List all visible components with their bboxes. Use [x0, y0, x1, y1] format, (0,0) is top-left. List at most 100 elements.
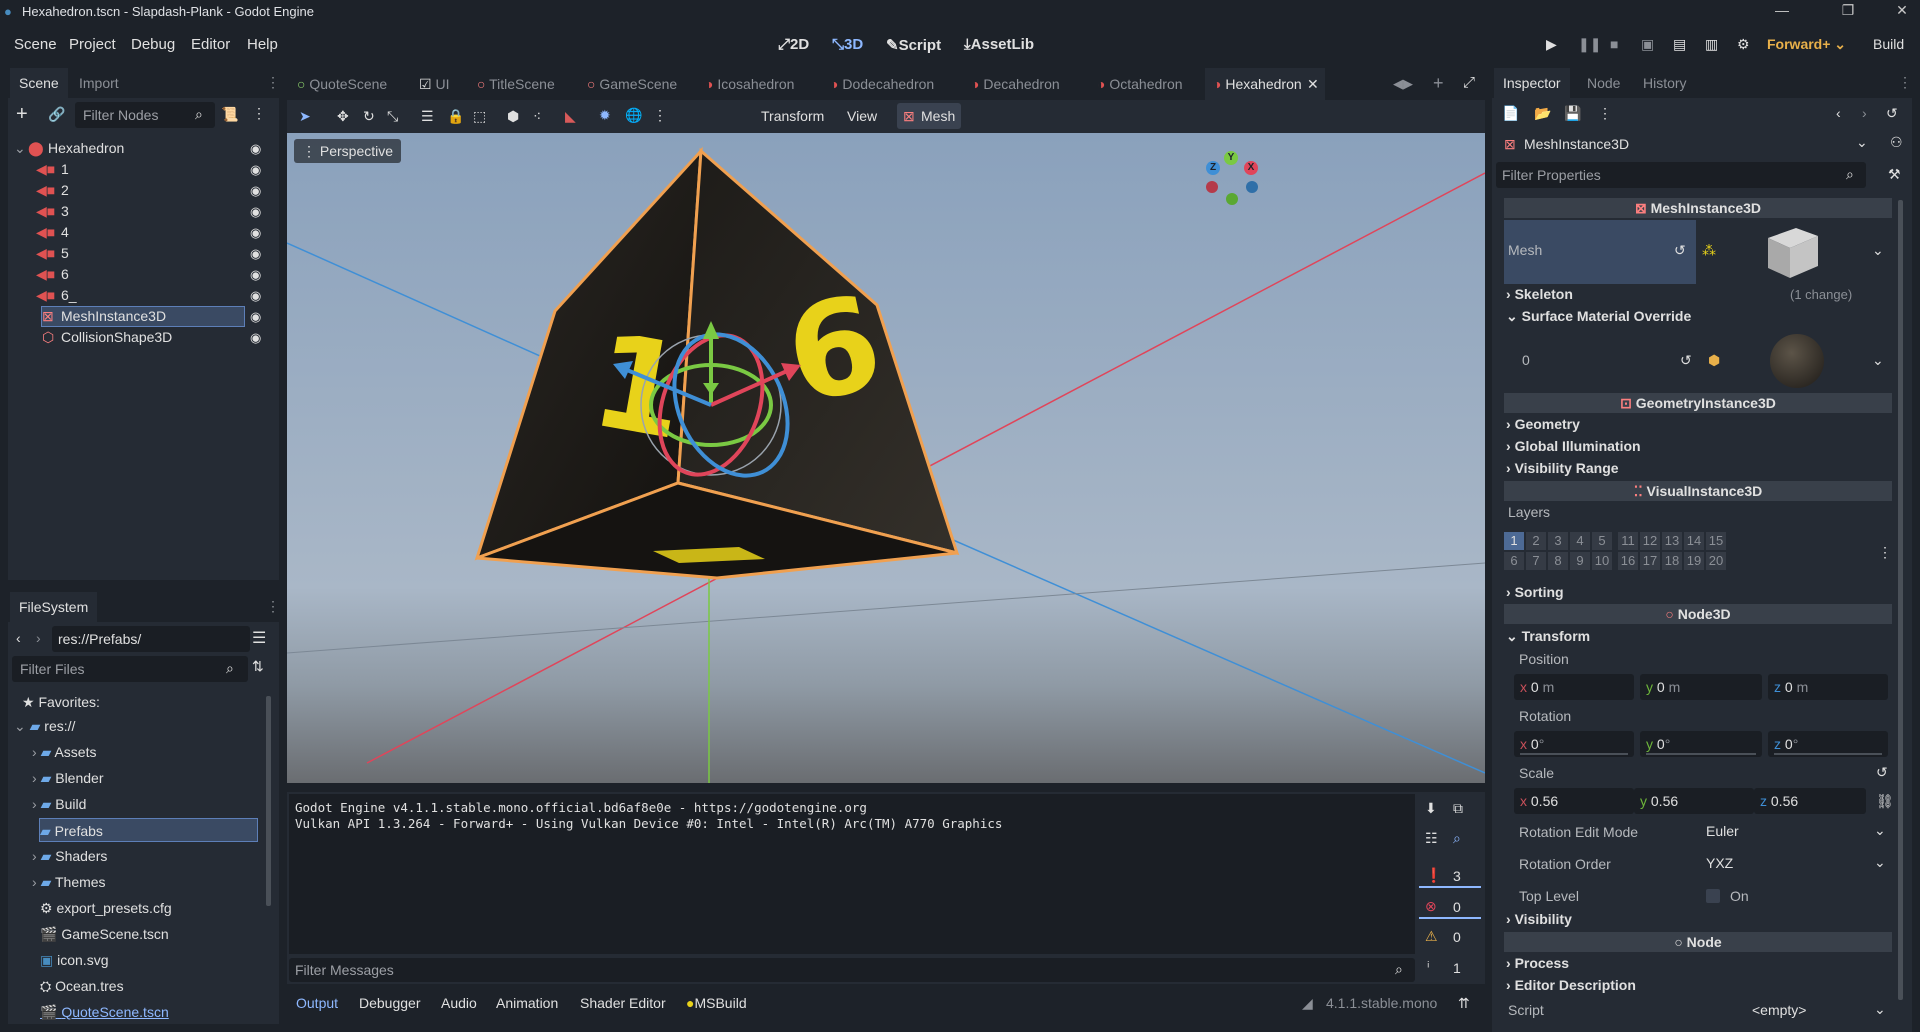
distraction-free-icon[interactable]: ⤢: [1463, 74, 1475, 91]
layers-menu-icon[interactable]: ⋮: [1878, 544, 1892, 561]
scale-tool-icon[interactable]: ⤡: [387, 108, 398, 125]
tree-node[interactable]: ⬡ CollisionShape3D ◉: [8, 327, 279, 348]
version-label[interactable]: 4.1.1.stable.mono: [1326, 995, 1437, 1011]
move-tool-icon[interactable]: ✥: [337, 108, 349, 125]
group-icon[interactable]: ⬚: [473, 108, 486, 125]
revert-icon[interactable]: ↺: [1674, 242, 1686, 259]
filter-errors-toggle[interactable]: ⊗ 0: [1419, 895, 1481, 919]
folder-item[interactable]: › ▰ Shaders: [32, 844, 107, 868]
position-z-field[interactable]: z 0 m: [1768, 674, 1888, 700]
remote-debug-icon[interactable]: ▣: [1641, 36, 1654, 53]
material-preview-sphere[interactable]: [1770, 334, 1824, 388]
dock-menu-icon[interactable]: ⋮: [266, 598, 280, 615]
environment-icon[interactable]: 🌐: [625, 107, 642, 124]
scene-menu-icon[interactable]: ⋮: [252, 105, 266, 122]
tab-icosahedron[interactable]: ◑ Icosahedron: [705, 68, 794, 100]
tree-node[interactable]: ◀■ 5 ◉: [8, 243, 279, 264]
layer-cell[interactable]: 5: [1592, 532, 1612, 550]
chevron-down-icon[interactable]: ⌄: [1872, 242, 1884, 259]
copy-icon[interactable]: ⧉: [1453, 800, 1463, 817]
tab-quotescene[interactable]: ○ QuoteScene: [297, 68, 387, 100]
property-options-icon[interactable]: ⚒: [1888, 166, 1901, 183]
tree-node[interactable]: ◀■ 1 ◉: [8, 159, 279, 180]
tab-scene[interactable]: Scene: [10, 68, 68, 98]
filter-messages-toggle[interactable]: ❗ 3: [1419, 864, 1481, 888]
split-mode-icon[interactable]: ☰: [252, 628, 266, 648]
node-docs-icon[interactable]: ⚇: [1890, 134, 1903, 151]
scale-y-field[interactable]: y 0.56: [1634, 788, 1754, 814]
file-item[interactable]: ⚙ export_presets.cfg: [40, 896, 172, 920]
layer-cell[interactable]: 3: [1548, 532, 1568, 550]
filter-nodes-input[interactable]: Filter Nodes ⌕: [75, 102, 215, 128]
collapse-icon[interactable]: ☷: [1425, 830, 1438, 847]
movie-maker-icon[interactable]: ⚙: [1737, 36, 1750, 53]
mesh-property[interactable]: Mesh ↺: [1504, 220, 1696, 284]
folder-item[interactable]: › ▰ Themes: [32, 870, 106, 894]
layer-cell[interactable]: 7: [1526, 552, 1546, 570]
folder-item-selected[interactable]: ▰ Prefabs: [39, 818, 258, 842]
script-property[interactable]: <empty> ⌄: [1700, 998, 1892, 1022]
mesh-preview-thumbnail[interactable]: [1760, 222, 1820, 282]
camera-icon[interactable]: ◣: [565, 108, 576, 125]
surface-material-0[interactable]: 0 ↺ ⬢ ⌄: [1504, 328, 1892, 392]
revert-icon[interactable]: ↺: [1876, 764, 1888, 781]
folder-item[interactable]: › ▰ Build: [32, 792, 86, 816]
expand-bottom-panel-icon[interactable]: ⇈: [1458, 995, 1470, 1012]
visibility-eye-icon[interactable]: ◉: [250, 138, 261, 159]
play-custom-scene-icon[interactable]: ▥: [1705, 36, 1718, 53]
category-geometry[interactable]: › Geometry: [1506, 416, 1580, 432]
attach-script-icon[interactable]: 📜: [221, 106, 238, 123]
collapse-arrow-icon[interactable]: ⌄: [14, 138, 26, 159]
transform-menu[interactable]: Transform: [761, 108, 824, 124]
save-resource-icon[interactable]: 💾: [1564, 105, 1581, 122]
close-icon[interactable]: ✕: [1892, 2, 1912, 22]
snap-icon[interactable]: ⁖: [533, 108, 541, 125]
workspace-2d-button[interactable]: ⤢2D: [778, 36, 809, 53]
revert-icon[interactable]: ↺: [1680, 352, 1692, 369]
dock-menu-icon[interactable]: ⋮: [1898, 74, 1912, 91]
rotation-z-field[interactable]: z 0°: [1768, 731, 1888, 757]
view-menu[interactable]: View: [847, 108, 877, 124]
tree-node[interactable]: ◀■ 6 ◉: [8, 264, 279, 285]
tree-node[interactable]: ◀■ 6_ ◉: [8, 285, 279, 306]
chevron-down-icon[interactable]: ⌄: [1872, 352, 1884, 369]
file-item[interactable]: ▣ icon.svg: [40, 948, 108, 972]
menu-scene[interactable]: Scene: [14, 36, 57, 53]
tab-history[interactable]: History: [1634, 68, 1696, 98]
link-icon[interactable]: ⛓: [1876, 793, 1894, 810]
layer-cell[interactable]: 18: [1662, 552, 1682, 570]
visibility-eye-icon[interactable]: ◉: [250, 264, 261, 285]
layer-cell[interactable]: 4: [1570, 532, 1590, 550]
layer-cell[interactable]: 9: [1570, 552, 1590, 570]
tab-filesystem[interactable]: FileSystem: [10, 592, 98, 622]
clear-output-icon[interactable]: ⬇: [1425, 800, 1437, 817]
tab-decahedron[interactable]: ◑ Decahedron: [971, 68, 1060, 100]
play-scene-icon[interactable]: ▤: [1673, 36, 1686, 53]
perspective-menu[interactable]: ⋮ Perspective: [294, 139, 402, 163]
category-transform[interactable]: ⌄ Transform: [1506, 628, 1590, 645]
category-editor-description[interactable]: › Editor Description: [1506, 977, 1636, 993]
filter-messages-input[interactable]: Filter Messages ⌕: [289, 958, 1415, 982]
output-log[interactable]: Godot Engine v4.1.1.stable.mono.official…: [289, 794, 1415, 954]
visibility-eye-icon[interactable]: ◉: [250, 327, 261, 348]
layer-cell[interactable]: 6: [1504, 552, 1524, 570]
scrollbar[interactable]: [266, 696, 271, 906]
bottom-tab-audio[interactable]: Audio: [441, 995, 477, 1011]
layer-cell[interactable]: 19: [1684, 552, 1704, 570]
layer-cell[interactable]: 15: [1706, 532, 1726, 550]
workspace-script-button[interactable]: ✎Script: [886, 36, 941, 54]
layers-grid[interactable]: 1 2 3 4 5 11 12 13 14 15 6 7 8 9 10 16 1…: [1504, 532, 1734, 576]
rotation-edit-mode-select[interactable]: Euler ⌄: [1700, 818, 1892, 844]
filter-warnings-toggle[interactable]: ⚠ 0: [1419, 925, 1481, 949]
folder-item[interactable]: › ▰ Blender: [32, 766, 104, 790]
minimize-icon[interactable]: —: [1772, 2, 1792, 22]
layer-cell[interactable]: 17: [1640, 552, 1660, 570]
bottom-tab-msbuild[interactable]: ●MSBuild: [686, 995, 747, 1011]
position-x-field[interactable]: x 0 m: [1514, 674, 1634, 700]
sun-icon[interactable]: ✹: [599, 107, 611, 124]
tab-titlescene[interactable]: ○ TitleScene: [477, 68, 555, 100]
dock-menu-icon[interactable]: ⋮: [266, 74, 280, 91]
make-unique-icon[interactable]: ⁂: [1702, 242, 1716, 259]
close-tab-icon[interactable]: ✕: [1307, 68, 1319, 100]
filter-info-toggle[interactable]: ⁱ 1: [1419, 956, 1481, 980]
